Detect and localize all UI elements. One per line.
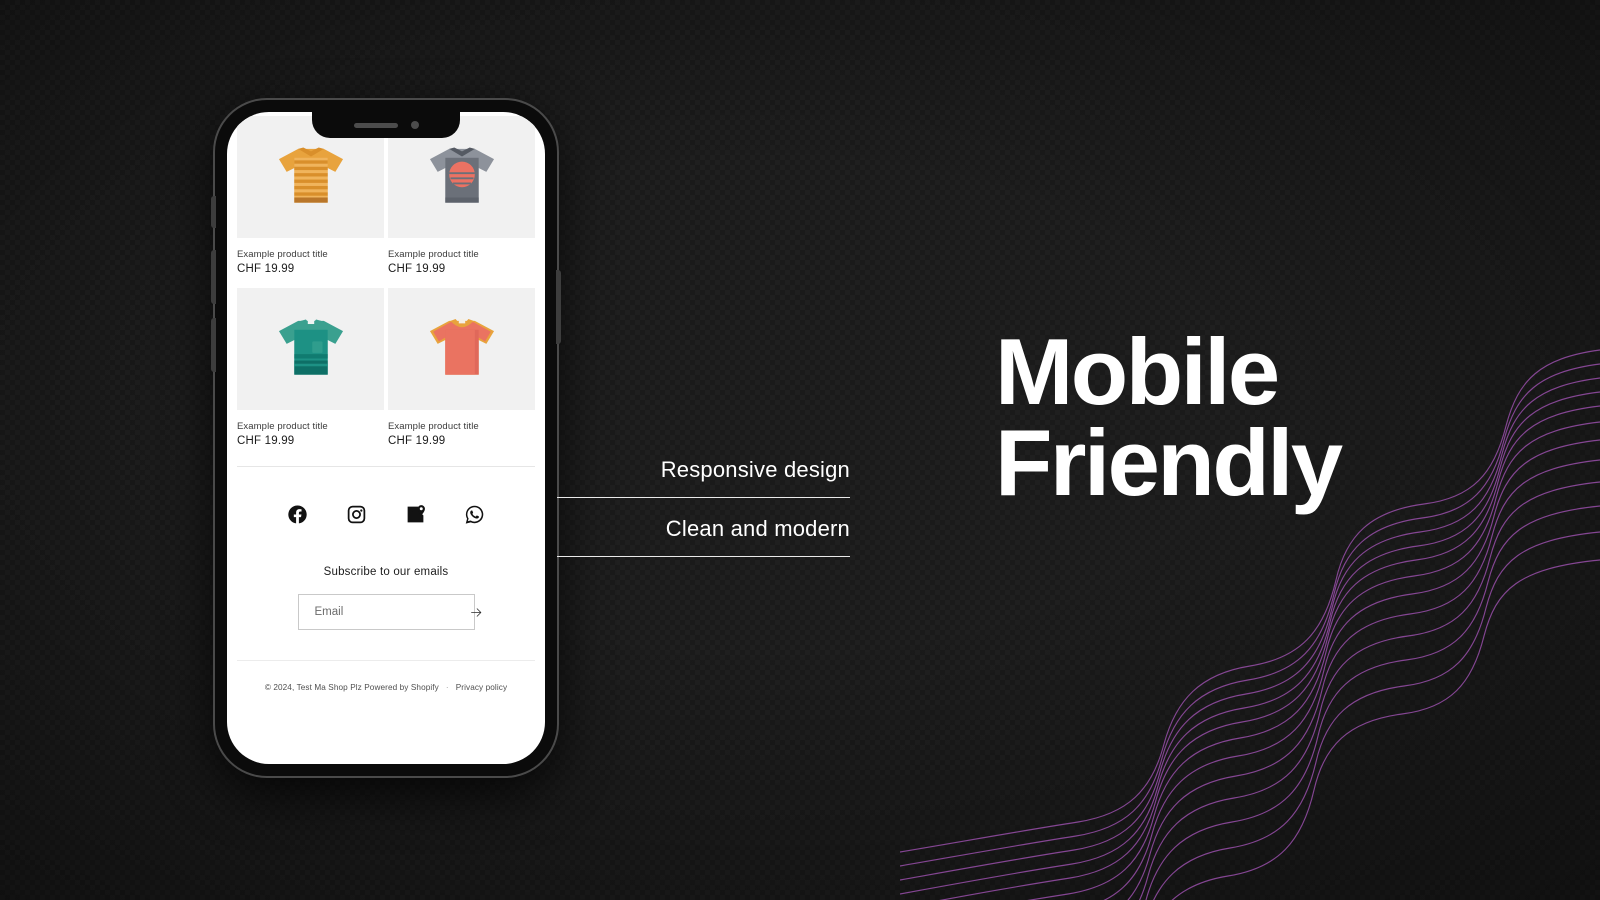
product-title: Example product title [237, 249, 328, 260]
subscribe-submit-button[interactable] [469, 605, 484, 620]
copyright-text: © 2024, Test Ma Shop Plz Powered by Shop… [264, 683, 439, 692]
social-links-row [227, 467, 545, 530]
product-card[interactable]: Example product title CHF 19.99 [388, 116, 535, 288]
privacy-policy-link[interactable]: Privacy policy [456, 683, 507, 692]
product-card[interactable]: Example product title CHF 19.99 [237, 288, 384, 460]
headline-line-1: Mobile [995, 319, 1280, 424]
earpiece-speaker-icon [353, 122, 398, 128]
product-card[interactable]: Example product title CHF 19.99 [388, 288, 535, 460]
headline-line-2: Friendly [995, 410, 1343, 516]
product-image [237, 288, 384, 410]
page-title: Mobile Friendly [995, 325, 1495, 516]
front-camera-icon [410, 121, 419, 129]
instagram-icon[interactable] [346, 504, 367, 530]
google-maps-icon[interactable] [405, 504, 426, 530]
whatsapp-icon[interactable] [464, 504, 485, 530]
product-price: CHF 19.99 [388, 263, 446, 275]
product-title: Example product title [237, 421, 328, 432]
tshirt-coral-trim-icon [429, 318, 494, 375]
product-image [388, 288, 535, 410]
subscribe-heading: Subscribe to our emails [323, 566, 449, 578]
phone-power-button[interactable] [556, 270, 561, 344]
phone-volume-up-button[interactable] [211, 250, 216, 304]
tshirt-gray-sunset-icon [429, 147, 494, 203]
product-price: CHF 19.99 [388, 435, 446, 447]
feature-item-clean-and-modern: Clean and modern [557, 498, 850, 557]
tshirt-teal-pocket-icon [278, 319, 343, 375]
product-card[interactable]: Example product title CHF 19.99 [237, 116, 384, 288]
product-title: Example product title [388, 421, 479, 432]
footer-copyright-row: © 2024, Test Ma Shop Plz Powered by Shop… [227, 661, 545, 692]
phone-notch [312, 112, 460, 138]
facebook-icon[interactable] [287, 504, 308, 530]
product-price: CHF 19.99 [237, 263, 295, 275]
phone-volume-down-button[interactable] [211, 318, 216, 372]
arrow-right-icon [470, 607, 481, 617]
phone-screen: Example product title CHF 19.99 Example … [227, 112, 545, 764]
feature-item-responsive-design: Responsive design [557, 457, 850, 498]
subscribe-form [297, 594, 481, 630]
copyright-separator: · [445, 683, 449, 692]
product-grid: Example product title CHF 19.99 Example … [227, 112, 545, 460]
phone-mute-button[interactable] [211, 196, 216, 228]
product-price: CHF 19.99 [237, 435, 295, 447]
subscribe-block: Subscribe to our emails [227, 530, 545, 630]
product-title: Example product title [388, 249, 479, 260]
phone-mockup: Example product title CHF 19.99 Example … [211, 100, 561, 776]
email-input[interactable] [314, 606, 469, 618]
feature-list: Responsive design Clean and modern [557, 457, 850, 557]
tshirt-striped-orange-icon [278, 147, 343, 203]
